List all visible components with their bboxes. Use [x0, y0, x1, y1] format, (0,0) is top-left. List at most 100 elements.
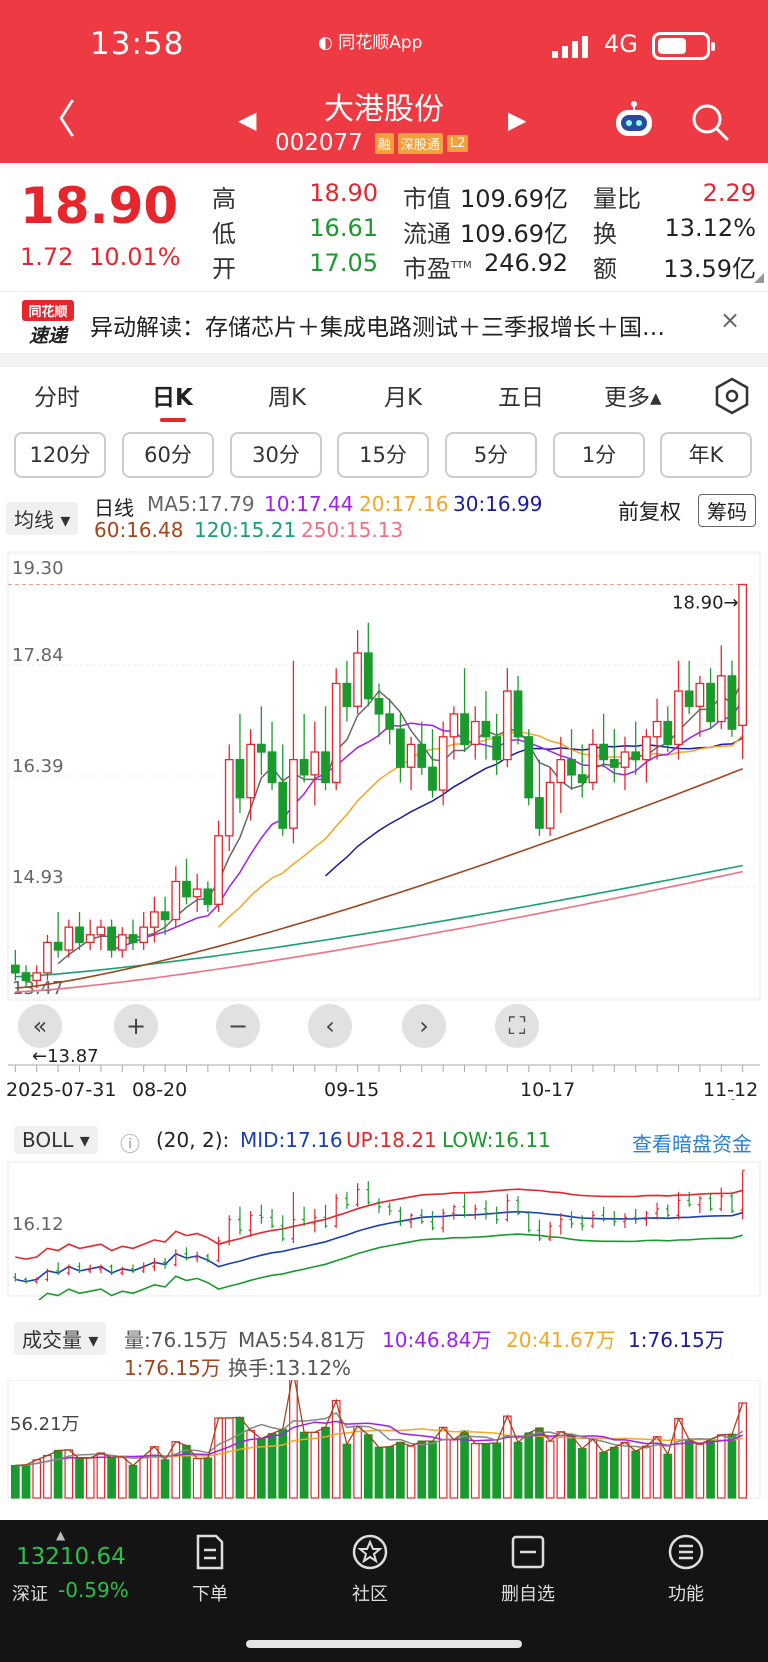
- pe-value: 246.92: [484, 249, 568, 277]
- battery-icon: [652, 32, 715, 60]
- volume-bar: [674, 1418, 683, 1499]
- volume-chart[interactable]: 56.21万: [0, 1380, 768, 1500]
- nav-order[interactable]: 下单: [160, 1532, 260, 1606]
- boll-select[interactable]: BOLL ▾: [14, 1126, 98, 1154]
- btn-5min[interactable]: 5分: [445, 432, 537, 478]
- volume-bar: [117, 1456, 127, 1499]
- prev-stock-button[interactable]: ◀: [238, 106, 256, 134]
- volume-bar: [396, 1441, 405, 1499]
- candle-body: [545, 781, 555, 829]
- volume-bar: [599, 1451, 608, 1499]
- price-change: 1.72 10.01%: [20, 243, 181, 271]
- candle-body: [85, 934, 95, 944]
- dark-pool-link[interactable]: 查看暗盘资金: [632, 1128, 752, 1157]
- btn-15min[interactable]: 15分: [337, 432, 429, 478]
- nav-functions[interactable]: 功能: [636, 1532, 736, 1606]
- adjust-select[interactable]: 前复权: [618, 496, 681, 526]
- max-price-marker: 18.90→: [672, 592, 739, 613]
- expand-corner-icon[interactable]: [754, 273, 764, 283]
- next-stock-button[interactable]: ▶: [508, 106, 526, 134]
- tab-intraday[interactable]: 分时: [34, 378, 80, 412]
- boll-chart[interactable]: 16.12: [0, 1160, 768, 1300]
- pan-right-button[interactable]: ›: [402, 1004, 446, 1048]
- nav-community[interactable]: 社区: [320, 1532, 420, 1606]
- fullscreen-button[interactable]: ⛶: [495, 1004, 539, 1048]
- ma5-label: MA5:17.79: [147, 492, 255, 516]
- candle-body: [631, 751, 641, 761]
- candle-body: [406, 743, 416, 768]
- indicator-select[interactable]: 均线 ▾: [6, 502, 79, 535]
- zoom-out-button[interactable]: −: [216, 1004, 260, 1048]
- vol-ma5: MA5:54.81万: [238, 1328, 366, 1352]
- pan-left-button[interactable]: ‹: [308, 1004, 352, 1048]
- volume-ratio-value: 2.29: [702, 179, 756, 207]
- volume-bar: [620, 1441, 630, 1499]
- pan-left-fast-button[interactable]: «: [18, 1004, 62, 1048]
- candle-body: [599, 743, 609, 761]
- candle-body: [395, 728, 405, 768]
- ma-line-name: 日线: [94, 496, 134, 520]
- volume-bar: [738, 1402, 747, 1499]
- btn-120min[interactable]: 120分: [14, 432, 106, 478]
- candle-body: [10, 964, 20, 974]
- ma120-line: [15, 864, 743, 978]
- volume-select[interactable]: 成交量 ▾: [14, 1322, 107, 1355]
- tab-daily-k[interactable]: 日K: [152, 378, 193, 412]
- btn-1min[interactable]: 1分: [553, 432, 645, 478]
- candle-body: [577, 774, 587, 784]
- ma250-label: 250:15.13: [301, 518, 404, 542]
- index-value[interactable]: 13210.64: [16, 1544, 126, 1570]
- btn-yearly-k[interactable]: 年K: [660, 432, 752, 478]
- zoom-in-button[interactable]: +: [114, 1004, 158, 1048]
- candle-body: [160, 911, 170, 921]
- volume-bar: [428, 1440, 437, 1499]
- candle-body: [460, 713, 469, 746]
- candle-body: [449, 713, 459, 738]
- nav-community-label: 社区: [352, 1584, 388, 1605]
- tab-more[interactable]: 更多▴: [604, 378, 662, 412]
- pe-label: 市盈TTM: [403, 249, 472, 284]
- volume-ratio-label: 量比: [593, 185, 641, 213]
- candle-body: [278, 781, 288, 829]
- active-tab-indicator: [160, 418, 186, 422]
- volume-bar: [192, 1458, 202, 1499]
- boll-up: UP:18.21: [346, 1128, 437, 1152]
- btn-30min[interactable]: 30分: [230, 432, 322, 478]
- help-icon[interactable]: ⓘ: [120, 1128, 140, 1157]
- candle-body: [609, 758, 619, 768]
- volume-bar: [417, 1440, 427, 1499]
- boll-header: BOLL ▾ ⓘ (20, 2): MID:17.16 UP:18.21 LOW…: [0, 1124, 768, 1160]
- chip-button[interactable]: 筹码: [698, 494, 756, 527]
- hexagon-settings-icon[interactable]: [712, 376, 752, 416]
- volume-bar: [631, 1450, 641, 1499]
- kline-chart[interactable]: 19.30 17.84 16.39 14.93 13.47 18.90→ ←13.87 «+ −…: [0, 540, 768, 1105]
- low-value: 16.61: [309, 214, 378, 242]
- nav-order-label: 下单: [192, 1584, 228, 1605]
- home-indicator[interactable]: [246, 1640, 522, 1648]
- volume-bar: [642, 1445, 651, 1499]
- candle-body: [652, 720, 662, 738]
- robot-assistant-icon[interactable]: [612, 100, 656, 140]
- btn-60min[interactable]: 60分: [122, 432, 214, 478]
- volume-bar: [171, 1441, 181, 1499]
- search-icon[interactable]: [690, 102, 730, 142]
- volume-bar: [684, 1439, 694, 1499]
- candle-body: [620, 751, 630, 768]
- candle-body: [535, 797, 544, 829]
- tab-monthly-k[interactable]: 月K: [384, 378, 422, 412]
- open-value: 17.05: [309, 249, 378, 277]
- nav-remove-watchlist[interactable]: 删自选: [478, 1532, 578, 1606]
- anomaly-banner[interactable]: 同花顺 速递 异动解读：存储芯片＋集成电路测试＋三季报增长＋国… ×: [0, 291, 768, 353]
- volume-bar: [449, 1439, 459, 1499]
- kline-svg[interactable]: 19.3017.8416.3914.9313.4718.90→←13.87« + −…: [0, 540, 768, 1105]
- index-name: 深证: [12, 1584, 48, 1605]
- logo-bottom: 速递: [28, 325, 67, 347]
- low-label: 低: [212, 220, 236, 248]
- mktcap-label: 市值: [403, 185, 451, 213]
- tab-five-day[interactable]: 五日: [498, 378, 544, 412]
- float-label: 流通: [403, 220, 451, 248]
- tab-weekly-k[interactable]: 周K: [268, 378, 306, 412]
- expand-up-icon[interactable]: ▲: [56, 1528, 65, 1542]
- order-icon: [196, 1534, 224, 1570]
- close-icon[interactable]: ×: [720, 306, 740, 334]
